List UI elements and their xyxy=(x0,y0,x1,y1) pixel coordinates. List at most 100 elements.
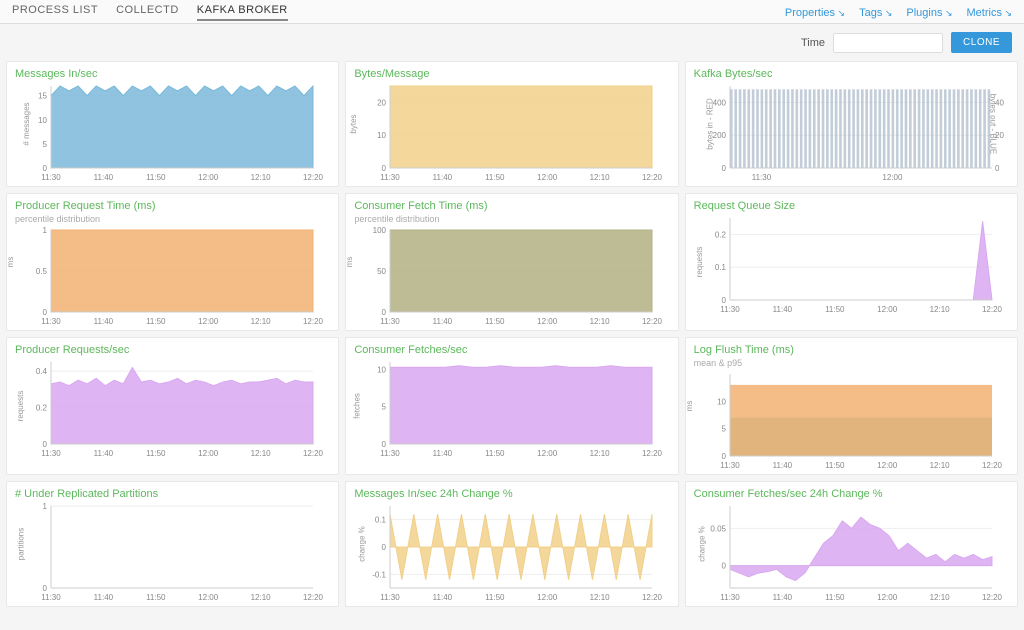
panel-p3: Producer Request Time (ms)percentile dis… xyxy=(6,193,339,331)
chart: 00.20.411:3011:4011:5012:0012:1012:20 xyxy=(15,358,325,458)
svg-text:12:20: 12:20 xyxy=(982,593,1003,602)
svg-text:50: 50 xyxy=(377,267,386,276)
link-properties[interactable]: Properties xyxy=(785,7,845,19)
tab-process-list[interactable]: PROCESS LIST xyxy=(12,4,98,21)
link-metrics[interactable]: Metrics xyxy=(967,7,1013,19)
svg-text:12:00: 12:00 xyxy=(877,461,898,470)
y-axis-label-right: bytes out - BLUE xyxy=(988,94,997,154)
svg-text:0: 0 xyxy=(43,440,48,449)
y-axis-label: partitions xyxy=(17,528,26,560)
svg-text:12:20: 12:20 xyxy=(642,173,663,182)
y-axis-label: fetches xyxy=(353,393,362,419)
svg-text:0: 0 xyxy=(995,164,1000,173)
svg-text:0.05: 0.05 xyxy=(710,524,726,533)
panel-p2: Kafka Bytes/secbytes in - REDbytes out -… xyxy=(685,61,1018,187)
svg-text:10: 10 xyxy=(377,365,386,374)
svg-text:12:20: 12:20 xyxy=(982,461,1003,470)
svg-text:0: 0 xyxy=(721,164,726,173)
panel-p1: Bytes/Messagebytes0102011:3011:4011:5012… xyxy=(345,61,678,187)
svg-text:10: 10 xyxy=(38,116,47,125)
svg-text:5: 5 xyxy=(721,425,726,434)
svg-text:12:20: 12:20 xyxy=(982,305,1003,314)
svg-text:100: 100 xyxy=(373,226,387,235)
svg-text:200: 200 xyxy=(712,131,726,140)
svg-text:12:10: 12:10 xyxy=(251,593,272,602)
svg-text:12:00: 12:00 xyxy=(538,173,559,182)
svg-text:11:50: 11:50 xyxy=(485,173,505,182)
svg-text:12:20: 12:20 xyxy=(303,173,324,182)
clone-button[interactable]: CLONE xyxy=(951,32,1012,53)
svg-text:11:50: 11:50 xyxy=(825,305,845,314)
svg-text:0: 0 xyxy=(382,164,387,173)
panel-title: Producer Requests/sec xyxy=(15,344,330,356)
svg-text:12:00: 12:00 xyxy=(198,317,219,326)
link-tags[interactable]: Tags xyxy=(859,7,892,19)
svg-text:12:20: 12:20 xyxy=(303,593,324,602)
y-axis-label: # messages xyxy=(22,102,31,145)
svg-text:0: 0 xyxy=(382,440,387,449)
svg-text:11:30: 11:30 xyxy=(381,317,401,326)
svg-text:12:00: 12:00 xyxy=(198,173,219,182)
panel-title: Bytes/Message xyxy=(354,68,669,80)
chart-grid: Messages In/sec# messages05101511:3011:4… xyxy=(0,61,1024,613)
svg-text:0.1: 0.1 xyxy=(715,263,727,272)
right-links: Properties Tags Plugins Metrics xyxy=(785,7,1012,19)
svg-text:11:30: 11:30 xyxy=(720,305,740,314)
svg-text:0: 0 xyxy=(721,296,726,305)
svg-text:0.4: 0.4 xyxy=(36,367,48,376)
panel-p9: # Under Replicated Partitionspartitions0… xyxy=(6,481,339,607)
panel-title: Consumer Fetches/sec 24h Change % xyxy=(694,488,1009,500)
svg-text:0: 0 xyxy=(382,543,387,552)
svg-text:12:10: 12:10 xyxy=(590,173,611,182)
svg-text:11:40: 11:40 xyxy=(772,305,792,314)
tab-collectd[interactable]: COLLECTD xyxy=(116,4,179,21)
panel-p8: Log Flush Time (ms)mean & p95ms051011:30… xyxy=(685,337,1018,475)
panel-title: Consumer Fetches/sec xyxy=(354,344,669,356)
chart: 00.10.211:3011:4011:5012:0012:1012:20 xyxy=(694,214,1004,314)
tab-kafka-broker[interactable]: KAFKA BROKER xyxy=(197,4,288,21)
svg-text:0: 0 xyxy=(382,308,387,317)
svg-text:5: 5 xyxy=(382,403,387,412)
svg-text:12:20: 12:20 xyxy=(642,449,663,458)
panel-p0: Messages In/sec# messages05101511:3011:4… xyxy=(6,61,339,187)
svg-text:11:40: 11:40 xyxy=(433,173,453,182)
svg-text:12:20: 12:20 xyxy=(642,317,663,326)
panel-title: Messages In/sec 24h Change % xyxy=(354,488,669,500)
svg-text:20: 20 xyxy=(377,98,386,107)
chart: 00.0511:3011:4011:5012:0012:1012:20 xyxy=(694,502,1004,602)
svg-text:12:00: 12:00 xyxy=(877,305,898,314)
panel-subtitle: percentile distribution xyxy=(15,214,330,224)
svg-text:1: 1 xyxy=(43,502,48,511)
panel-p4: Consumer Fetch Time (ms)percentile distr… xyxy=(345,193,678,331)
svg-text:11:30: 11:30 xyxy=(381,173,401,182)
panel-p6: Producer Requests/secrequests00.20.411:3… xyxy=(6,337,339,475)
y-axis-label: ms xyxy=(6,257,15,268)
svg-text:11:40: 11:40 xyxy=(433,449,453,458)
svg-text:11:50: 11:50 xyxy=(825,593,845,602)
panel-title: Kafka Bytes/sec xyxy=(694,68,1009,80)
svg-text:400: 400 xyxy=(712,98,726,107)
svg-text:0.1: 0.1 xyxy=(375,516,387,525)
svg-text:11:30: 11:30 xyxy=(41,593,61,602)
svg-text:12:00: 12:00 xyxy=(198,449,219,458)
y-axis-label: requests xyxy=(695,247,704,278)
svg-text:11:30: 11:30 xyxy=(751,173,771,182)
panel-p7: Consumer Fetches/secfetches051011:3011:4… xyxy=(345,337,678,475)
svg-text:12:10: 12:10 xyxy=(251,449,272,458)
svg-text:0: 0 xyxy=(43,308,48,317)
chart: 051011:3011:4011:5012:0012:1012:20 xyxy=(694,370,1004,470)
svg-text:12:00: 12:00 xyxy=(882,173,903,182)
y-axis-label: ms xyxy=(684,401,693,412)
svg-text:11:50: 11:50 xyxy=(485,317,505,326)
svg-text:11:50: 11:50 xyxy=(485,449,505,458)
panel-title: Request Queue Size xyxy=(694,200,1009,212)
time-input[interactable] xyxy=(833,33,943,53)
chart: 05010011:3011:4011:5012:0012:1012:20 xyxy=(354,226,664,326)
svg-text:11:40: 11:40 xyxy=(94,173,114,182)
time-label: Time xyxy=(801,37,825,49)
svg-text:11:30: 11:30 xyxy=(720,593,740,602)
top-bar: PROCESS LIST COLLECTD KAFKA BROKER Propert… xyxy=(0,0,1024,24)
link-plugins[interactable]: Plugins xyxy=(906,7,952,19)
svg-text:12:00: 12:00 xyxy=(877,593,898,602)
chart: 051011:3011:4011:5012:0012:1012:20 xyxy=(354,358,664,458)
